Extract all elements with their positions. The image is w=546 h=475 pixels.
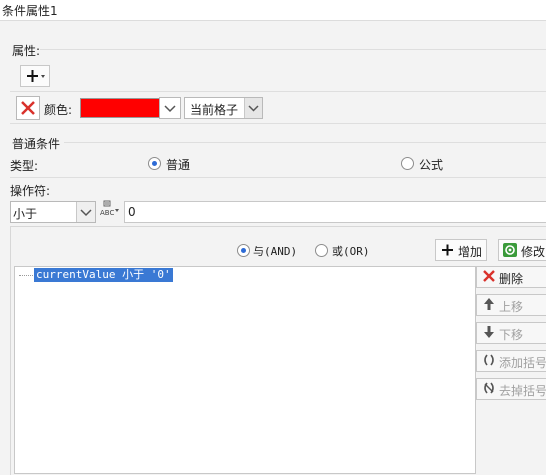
window-title-bar: 条件属性1 (0, 0, 546, 21)
type-normal-label[interactable]: 普通 (166, 156, 190, 173)
move-up-button[interactable]: 上移 (476, 294, 546, 316)
delete-condition-label: 删除 (499, 272, 524, 286)
move-down-label: 下移 (499, 328, 524, 342)
remove-property-button[interactable] (16, 96, 40, 120)
type-formula-label[interactable]: 公式 (419, 156, 443, 173)
chevron-down-icon (248, 105, 259, 112)
move-up-label: 上移 (499, 300, 524, 314)
properties-section-label: 属性: (12, 44, 41, 58)
scope-dropdown-arrow[interactable] (244, 98, 262, 118)
tree-connector (19, 275, 33, 276)
remove-parentheses-label: 去掉括号 (499, 384, 546, 398)
type-normal-radio[interactable] (148, 157, 161, 170)
type-row-divider (10, 177, 546, 178)
plus-icon (27, 70, 45, 82)
condition-divider (64, 142, 546, 143)
type-label: 类型: (10, 159, 39, 173)
modify-condition-label: 修改 (521, 245, 546, 259)
and-label[interactable]: 与(AND) (253, 243, 297, 259)
arrow-down-icon (484, 326, 494, 338)
type-formula-radio[interactable] (401, 157, 414, 170)
operator-select[interactable]: 小于 (10, 201, 96, 223)
add-property-button[interactable] (20, 65, 50, 87)
color-label: 颜色: (44, 103, 73, 117)
arrow-up-icon (484, 298, 494, 310)
color-dropdown-button[interactable] (159, 97, 181, 119)
delete-x-icon (21, 101, 35, 115)
and-radio[interactable] (237, 244, 250, 257)
remove-parentheses-icon (484, 382, 494, 394)
operator-label: 操作符: (10, 184, 51, 198)
operator-value: 小于 (13, 207, 38, 221)
add-parentheses-label: 添加括号 (499, 356, 546, 370)
window-title: 条件属性1 (2, 4, 58, 18)
operator-dropdown-arrow[interactable] (76, 202, 95, 222)
chevron-down-icon (80, 209, 92, 217)
delete-condition-button[interactable]: 删除 (476, 266, 546, 288)
add-condition-button[interactable]: 增加 (435, 239, 487, 261)
property-row-bottom-divider (10, 123, 546, 124)
conditions-list[interactable]: currentValue 小于 '0' (14, 266, 476, 474)
chevron-down-icon (164, 105, 176, 113)
normal-condition-section-label: 普通条件 (12, 137, 61, 151)
add-condition-label: 增加 (458, 245, 483, 259)
add-parentheses-icon (484, 354, 494, 366)
condition-value-text: 0 (128, 205, 136, 219)
or-radio[interactable] (315, 244, 328, 257)
add-parentheses-button[interactable]: 添加括号 (476, 350, 546, 372)
color-swatch[interactable] (80, 98, 160, 118)
properties-divider (40, 49, 546, 50)
condition-value-input[interactable]: 0 (124, 201, 546, 223)
scope-select[interactable]: 当前格子 (184, 97, 263, 119)
condition-list-item[interactable]: currentValue 小于 '0' (34, 268, 173, 282)
modify-gear-icon (503, 243, 517, 257)
or-label[interactable]: 或(OR) (332, 243, 370, 259)
abc-type-button[interactable]: ABC (99, 199, 121, 221)
modify-condition-button[interactable]: 修改 (498, 239, 546, 261)
delete-x-icon (483, 270, 495, 282)
plus-icon (442, 244, 453, 256)
abc-label: ABC (100, 209, 115, 217)
scope-value: 当前格子 (190, 103, 239, 117)
or-text: 或(OR) (332, 245, 370, 258)
remove-parentheses-button[interactable]: 去掉括号 (476, 378, 546, 400)
move-down-button[interactable]: 下移 (476, 322, 546, 344)
and-text: 与(AND) (253, 245, 298, 258)
